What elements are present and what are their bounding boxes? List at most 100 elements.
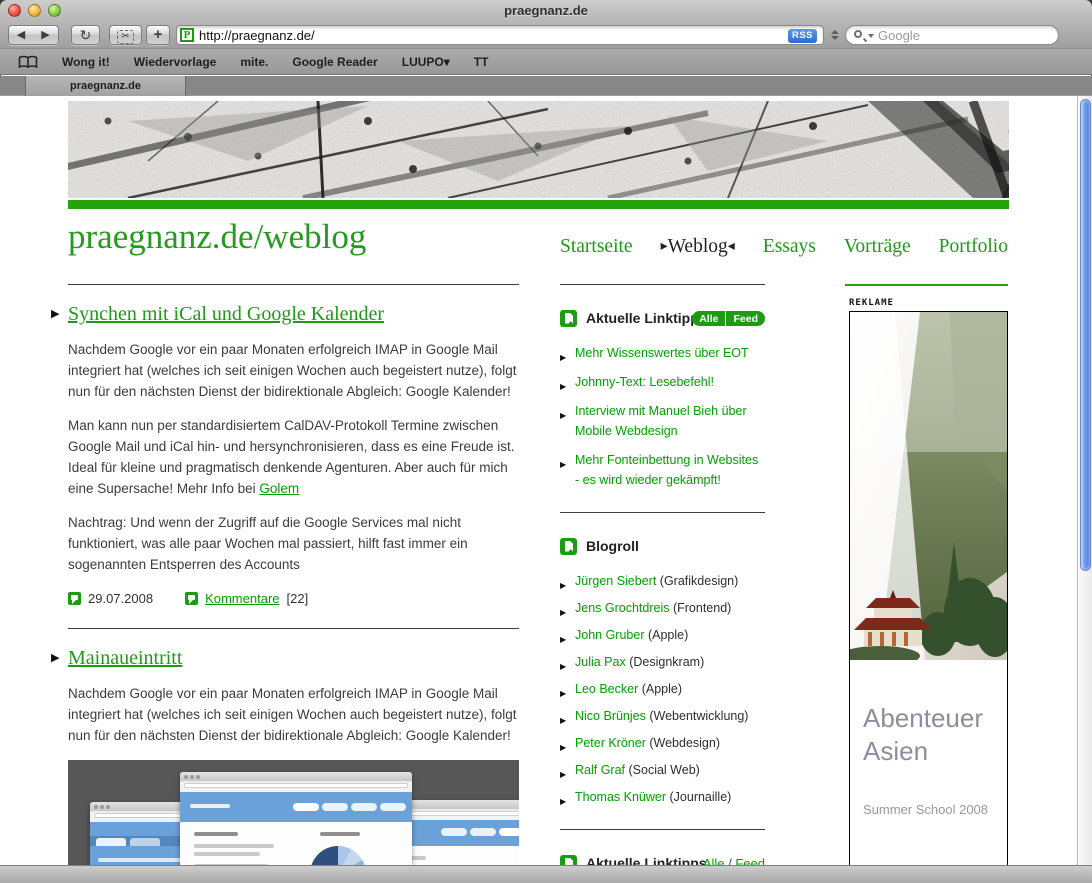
feed-link[interactable]: Feed <box>735 856 765 865</box>
post-paragraph: Nachdem Google vor ein paar Monaten erfo… <box>68 683 519 746</box>
post-paragraph: Nachdem Google vor ein paar Monaten erfo… <box>68 339 519 402</box>
list-item: ▶Jürgen Siebert (Grafikdesign) <box>560 571 765 591</box>
post-paragraph: Nachtrag: Und wenn der Zugriff auf die G… <box>68 512 519 575</box>
back-icon: ◀ <box>17 29 25 41</box>
bookmark-item-wiedervorlage[interactable]: Wiedervorlage <box>134 55 217 69</box>
forward-icon: ▶ <box>41 29 49 41</box>
scrollbar-thumb[interactable] <box>1080 99 1091 571</box>
browser-window: praegnanz.de ◀ ▶ ↻ ✂ + P RSS Wong it! Wi… <box>0 0 1092 883</box>
linktipps2-title: Aktuelle Linktipps <box>586 855 707 865</box>
webclip-button[interactable]: ✂ <box>109 25 142 45</box>
blogroll-note: (Designkram) <box>629 655 704 669</box>
ad-photo <box>850 312 1007 660</box>
bullet-icon: ▶ <box>560 738 566 758</box>
pill-alle-button[interactable]: Alle <box>692 311 726 326</box>
site-favicon: P <box>180 28 194 42</box>
blogroll-note: (Journaille) <box>670 790 732 804</box>
page-viewport: praegnanz.de/weblog Startseite ▸Weblog◂ … <box>0 96 1077 865</box>
blogroll-icon <box>560 538 577 555</box>
bullet-icon: ▶ <box>560 792 566 812</box>
address-bar[interactable]: P RSS <box>176 25 824 45</box>
linktipp-link[interactable]: Mehr Fonteinbettung in Websites - es wir… <box>575 453 758 487</box>
blogroll-link[interactable]: John Gruber <box>575 628 644 642</box>
linktipp-link[interactable]: Interview mit Manuel Bieh über Mobile We… <box>575 404 747 438</box>
sidebar-top-divider <box>560 284 765 285</box>
list-item: ▶Mehr Wissenswertes über EOT <box>560 343 765 363</box>
ad-heading: Abenteuer Asien <box>863 702 993 768</box>
blogroll-note: (Apple) <box>642 682 682 696</box>
nav-weblog[interactable]: ▸Weblog◂ <box>661 236 735 258</box>
header-green-bar <box>68 200 1009 209</box>
alle-link[interactable]: Alle <box>703 856 725 865</box>
status-bar <box>0 865 1092 883</box>
blogroll-link[interactable]: Peter Kröner <box>575 736 646 750</box>
golem-link[interactable]: Golem <box>259 481 299 496</box>
post-title-link[interactable]: Synchen mit iCal und Google Kalender <box>68 303 384 325</box>
back-button[interactable]: ◀ <box>8 25 34 45</box>
window-title: praegnanz.de <box>0 3 1092 18</box>
nav-portfolio[interactable]: Portfolio <box>939 236 1008 258</box>
post-synchen: ▶ Synchen mit iCal und Google Kalender N… <box>68 303 519 606</box>
post-paragraph: Man kann nun per standardisiertem CalDAV… <box>68 415 519 499</box>
post-mainaueintritt: ▶ Mainaueintritt Nachdem Google vor ein … <box>68 647 519 865</box>
posts-column: ▶ Synchen mit iCal und Google Kalender N… <box>68 284 519 865</box>
post-image[interactable] <box>68 760 519 865</box>
bookmarks-book-icon[interactable] <box>18 55 38 69</box>
ad-banner[interactable]: Abenteuer Asien Summer School 2008 <box>849 311 1008 865</box>
comments-link[interactable]: Kommentare <box>205 591 279 606</box>
blogroll-link[interactable]: Nico Brünjes <box>575 709 646 723</box>
bookmark-item-mite[interactable]: mite. <box>240 55 268 69</box>
blogroll-list: ▶Jürgen Siebert (Grafikdesign) ▶ Jens Gro… <box>560 571 765 807</box>
tab-praegnanz[interactable]: praegnanz.de <box>25 76 186 96</box>
search-icon <box>854 30 862 38</box>
blogroll-link[interactable]: Ralf Graf <box>575 763 625 777</box>
linktipp-link[interactable]: Mehr Wissenswertes über EOT <box>575 346 749 360</box>
pill-feed-button[interactable]: Feed <box>726 311 765 326</box>
search-input[interactable] <box>878 27 1048 43</box>
nav-essays[interactable]: Essays <box>763 236 816 258</box>
ad-column: REKLAME <box>845 284 1008 865</box>
screenshot-window-center <box>180 772 412 865</box>
bullet-icon: ▶ <box>560 603 566 623</box>
blogroll-link[interactable]: Thomas Knüwer <box>575 790 666 804</box>
blogroll-link[interactable]: Jens Grochtdreis <box>575 601 669 615</box>
blogroll-link[interactable]: Jürgen Siebert <box>575 574 656 588</box>
vertical-scrollbar[interactable] <box>1077 96 1092 865</box>
post-title-link[interactable]: Mainaueintritt <box>68 647 182 669</box>
list-item: ▶Ralf Graf (Social Web) <box>560 760 765 780</box>
bookmark-item-wong-it[interactable]: Wong it! <box>62 55 110 69</box>
forward-button[interactable]: ▶ <box>33 25 59 45</box>
linktipps-list: ▶Mehr Wissenswertes über EOT ▶ Johnny-Tex… <box>560 343 765 490</box>
add-bookmark-button[interactable]: + <box>146 25 170 45</box>
bullet-icon: ▶ <box>560 455 566 475</box>
list-item: ▶Interview mit Manuel Bieh über Mobile W… <box>560 401 765 441</box>
nav-startseite[interactable]: Startseite <box>560 236 633 258</box>
bullet-icon: ▶ <box>560 684 566 704</box>
rss-button[interactable]: RSS <box>788 29 817 43</box>
url-input[interactable] <box>199 26 759 44</box>
bookmark-item-tt[interactable]: TT <box>474 55 489 69</box>
reload-button[interactable]: ↻ <box>71 25 100 45</box>
blogroll-note: (Social Web) <box>629 763 700 777</box>
list-item: ▶Julia Pax (Designkram) <box>560 652 765 672</box>
bookmarks-bar: Wong it! Wiedervorlage mite. Google Read… <box>0 48 1092 75</box>
nav-vortraege[interactable]: Vorträge <box>844 236 911 258</box>
bullet-icon: ▶ <box>560 576 566 596</box>
list-item: ▶Peter Kröner (Webdesign) <box>560 733 765 753</box>
blogroll-note: (Webdesign) <box>649 736 720 750</box>
search-options-caret-icon[interactable] <box>868 34 874 38</box>
blogroll-link[interactable]: Julia Pax <box>575 655 626 669</box>
search-field[interactable] <box>845 25 1059 45</box>
post-meta: 29.07.2008 Kommentare [22] <box>68 591 519 606</box>
post-divider <box>68 628 519 629</box>
reklame-label: REKLAME <box>845 298 1008 308</box>
bullet-icon: ▶ <box>560 711 566 731</box>
field-resize-handle[interactable] <box>831 30 839 40</box>
sidebar-column: Aktuelle Linktipps Alle Feed ▶Mehr Wisse… <box>560 284 765 865</box>
blogroll-link[interactable]: Leo Becker <box>575 682 638 696</box>
list-item: ▶Thomas Knüwer (Journaille) <box>560 787 765 807</box>
bookmark-item-google-reader[interactable]: Google Reader <box>292 55 377 69</box>
bookmark-folder-luupo[interactable]: LUUPO▾ <box>402 55 450 69</box>
comments-count: [22] <box>287 591 309 606</box>
linktipp-link[interactable]: Johnny-Text: Lesebefehl! <box>575 375 714 389</box>
